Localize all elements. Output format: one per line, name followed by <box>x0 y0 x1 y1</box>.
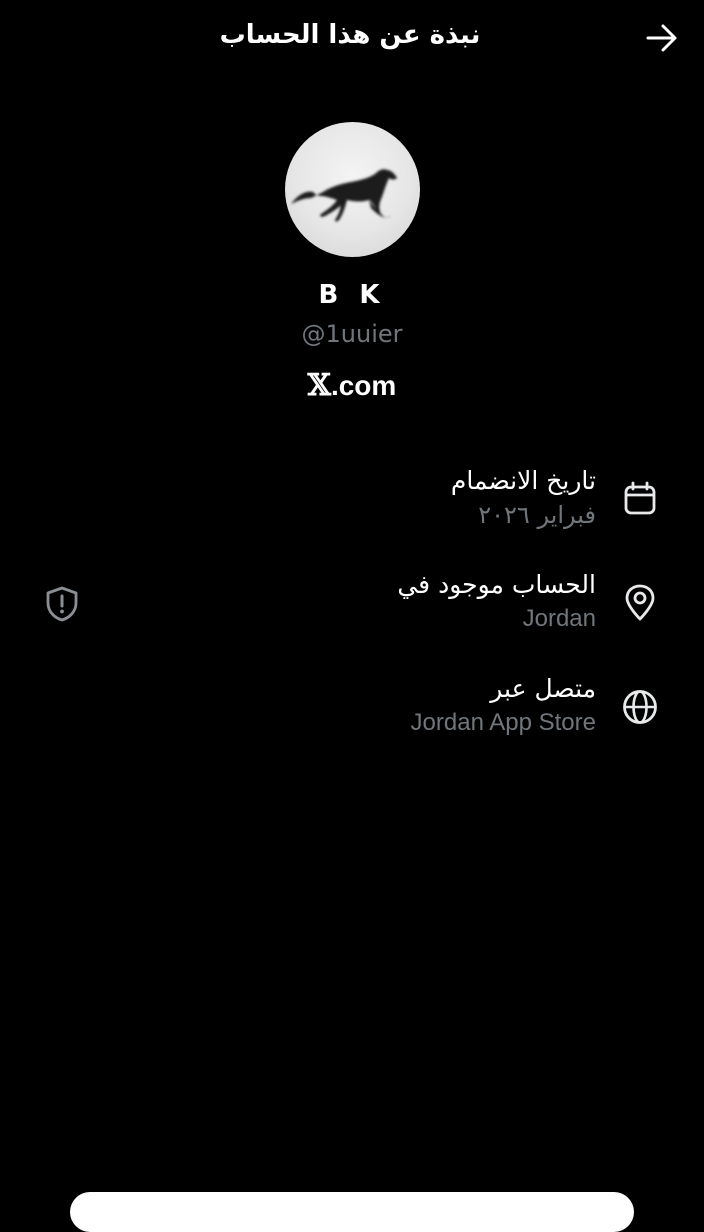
info-value-joined: فبراير ٢٠٢٦ <box>478 501 596 529</box>
info-text: تاريخ الانضمام فبراير ٢٠٢٦ <box>96 464 596 532</box>
info-label-connected: متصل عبر <box>490 674 596 703</box>
info-value-connected: Jordan App Store <box>410 709 596 736</box>
info-label-joined: تاريخ الانضمام <box>450 466 596 495</box>
page-title: نبذة عن هذا الحساب <box>0 20 704 50</box>
page-title-text: نبذة عن هذا الحساب <box>219 20 481 50</box>
info-label-location: الحساب موجود في <box>397 570 596 599</box>
arrow-right-icon <box>646 24 677 52</box>
info-text: الحساب موجود في Jordan <box>96 568 596 636</box>
back-button[interactable] <box>640 18 684 58</box>
calendar-icon <box>619 478 661 520</box>
username-handle: @1uuier <box>301 320 403 348</box>
display-name: B K <box>318 280 386 310</box>
info-text: متصل عبر Jordan App Store <box>96 672 596 740</box>
site-logo: 𝕏.com <box>0 368 704 403</box>
header: نبذة عن هذا الحساب <box>0 0 704 76</box>
avatar[interactable] <box>285 122 420 257</box>
info-row-connected: متصل عبر Jordan App Store <box>0 670 704 750</box>
site-suffix: .com <box>330 370 397 401</box>
shield-alert-icon[interactable] <box>44 585 80 623</box>
bottom-sheet[interactable] <box>70 1192 634 1232</box>
info-row-joined: تاريخ الانضمام فبراير ٢٠٢٦ <box>0 462 704 542</box>
x-logo-icon: 𝕏 <box>307 368 331 403</box>
info-row-location: الحساب موجود في Jordan <box>0 566 704 646</box>
horse-image <box>291 169 397 222</box>
globe-icon <box>619 686 661 728</box>
location-pin-icon <box>619 582 661 624</box>
info-value-location: Jordan <box>522 605 596 632</box>
